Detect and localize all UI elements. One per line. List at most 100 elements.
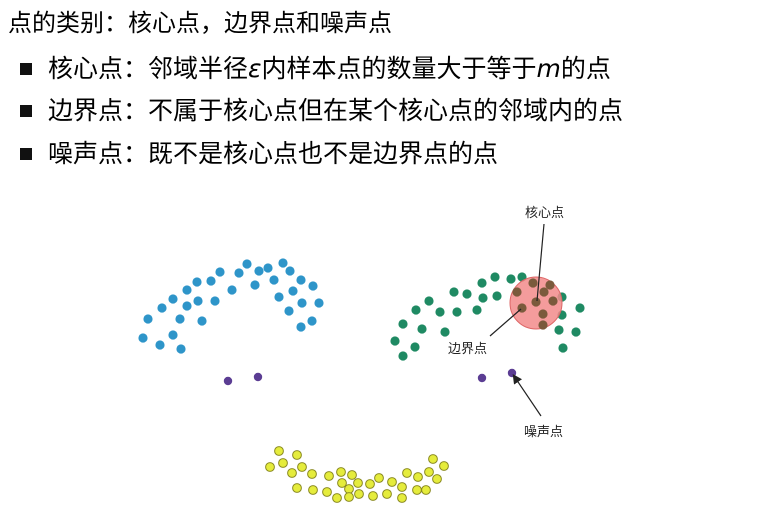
cluster3-point <box>412 485 422 495</box>
cluster3-point <box>353 478 363 488</box>
border-pointer-line <box>489 308 522 337</box>
cluster3-point <box>307 469 317 479</box>
cluster1-point <box>143 314 153 324</box>
cluster3-point <box>278 458 288 468</box>
cluster3-point <box>413 472 423 482</box>
cluster3-point <box>347 470 357 480</box>
cluster3-point <box>382 489 392 499</box>
cluster1-point <box>155 340 165 350</box>
cluster3-point <box>274 446 284 456</box>
core-region-point <box>538 309 548 319</box>
cluster2-point <box>462 289 472 299</box>
noise-pointer-arrow <box>512 374 542 417</box>
cluster3-point <box>308 485 318 495</box>
cluster3-point <box>292 450 302 460</box>
cluster2-point <box>478 293 488 303</box>
cluster2-point <box>398 319 408 329</box>
cluster2-point <box>472 305 482 315</box>
cluster1-point <box>192 277 202 287</box>
cluster3-point <box>354 489 364 499</box>
cluster1-point <box>285 266 295 276</box>
cluster1-point <box>278 258 288 268</box>
cluster2-point <box>492 291 502 301</box>
cluster3-point <box>424 467 434 477</box>
cluster1-point <box>168 330 178 340</box>
cluster3-point <box>292 483 302 493</box>
cluster2-point <box>435 307 445 317</box>
cluster3-point <box>287 468 297 478</box>
cluster3-point <box>297 462 307 472</box>
cluster1-point <box>210 296 220 306</box>
cluster3-point <box>332 493 342 503</box>
noise-point-label: 噪声点 <box>524 425 563 440</box>
cluster1-point <box>206 276 216 286</box>
cluster1-point <box>314 298 324 308</box>
cluster1-point <box>308 281 318 291</box>
cluster1-point <box>297 298 307 308</box>
cluster3-point <box>387 477 397 487</box>
cluster2-point <box>411 305 421 315</box>
core-region-point <box>528 278 538 288</box>
core-region-point <box>531 297 541 307</box>
cluster2-point <box>575 303 585 313</box>
cluster3-point <box>397 482 407 492</box>
cluster1-point <box>193 296 203 306</box>
cluster3-point <box>397 493 407 503</box>
cluster3-point <box>265 462 275 472</box>
cluster1-point <box>269 275 279 285</box>
cluster1-point <box>176 344 186 354</box>
cluster3-point <box>336 467 346 477</box>
noise-point <box>223 376 233 386</box>
cluster3-point <box>374 473 384 483</box>
core-point-label: 核心点 <box>525 206 564 221</box>
cluster2-point <box>410 342 420 352</box>
cluster3-point <box>324 471 334 481</box>
cluster1-point <box>234 268 244 278</box>
cluster3-point <box>402 468 412 478</box>
core-region-point <box>538 320 548 330</box>
cluster2-point <box>490 272 500 282</box>
border-point-label: 边界点 <box>448 342 487 357</box>
cluster1-point <box>296 322 306 332</box>
cluster1-point <box>175 314 185 324</box>
cluster1-point <box>284 306 294 316</box>
cluster2-point <box>452 307 462 317</box>
cluster1-point <box>138 333 148 343</box>
noise-point <box>507 368 517 378</box>
cluster1-point <box>250 280 260 290</box>
cluster1-point <box>263 263 273 273</box>
cluster3-point <box>428 454 438 464</box>
cluster2-point <box>506 274 516 284</box>
cluster1-point <box>182 285 192 295</box>
cluster3-point <box>421 485 431 495</box>
dbscan-figure: 核心点 边界点 噪声点 <box>138 206 585 503</box>
cluster2-point <box>424 296 434 306</box>
core-region-point <box>548 296 558 306</box>
cluster1-point <box>227 285 237 295</box>
cluster1-point <box>197 316 207 326</box>
cluster1-point <box>288 286 298 296</box>
cluster2-point <box>571 327 581 337</box>
cluster2-point <box>440 327 450 337</box>
cluster2-point <box>398 351 408 361</box>
cluster3-point <box>344 484 354 494</box>
cluster3-point <box>432 474 442 484</box>
cluster2-point <box>477 278 487 288</box>
noise-point <box>477 373 487 383</box>
core-region-point <box>545 280 555 290</box>
cluster1-point <box>182 301 192 311</box>
core-region-point <box>512 287 522 297</box>
cluster3-point <box>439 461 449 471</box>
cluster1-point <box>296 275 306 285</box>
cluster1-point <box>157 303 167 313</box>
cluster1-point <box>168 294 178 304</box>
noise-point <box>253 372 263 382</box>
cluster2-point <box>554 325 564 335</box>
cluster1-point <box>254 266 264 276</box>
cluster3-point <box>344 492 354 502</box>
core-region-point <box>539 287 549 297</box>
cluster2-point <box>558 343 568 353</box>
cluster1-point <box>242 259 252 269</box>
cluster1-point <box>307 316 317 326</box>
cluster3-point <box>322 487 332 497</box>
